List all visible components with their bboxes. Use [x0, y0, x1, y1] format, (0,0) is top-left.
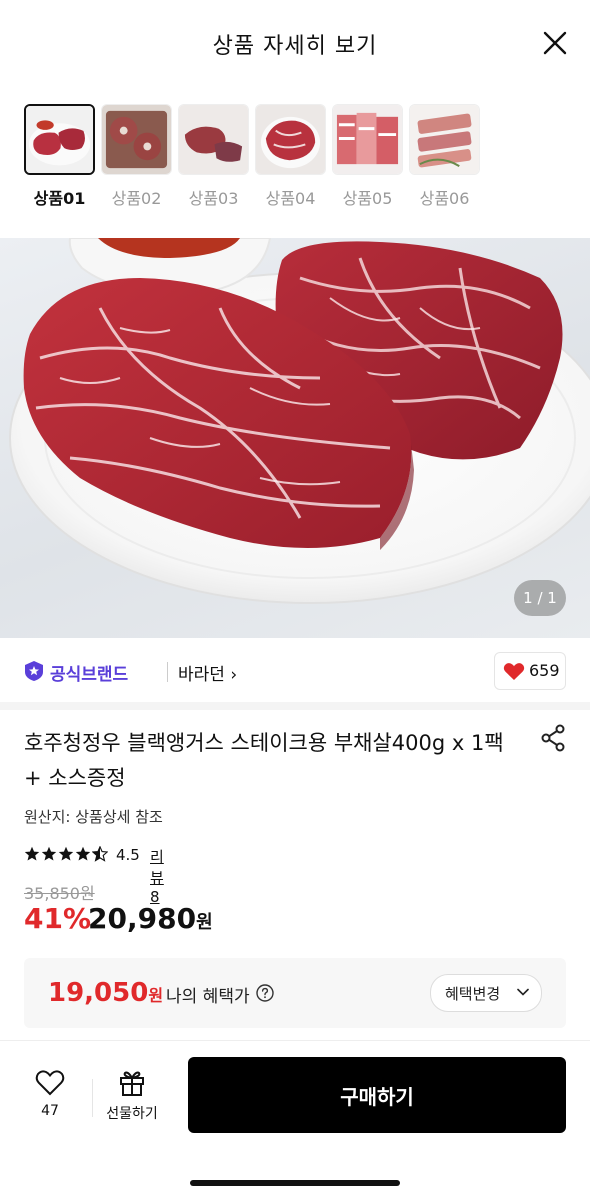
thumbnail-strip: 상품01 상품02 상품03 상품04 상품05 상품06: [24, 104, 480, 209]
thumbnail-label: 상품06: [419, 189, 470, 208]
thumbnail-image: [409, 104, 480, 175]
star-icon: [75, 846, 91, 861]
change-benefit-label: 혜택변경: [445, 985, 501, 1003]
price-unit: 원: [148, 986, 164, 1005]
help-icon[interactable]: [256, 984, 274, 1002]
thumbnail-label: 상품04: [265, 189, 316, 208]
thumbnail-04[interactable]: 상품04: [255, 104, 326, 209]
section-divider: [0, 702, 590, 710]
thumbnail-02[interactable]: 상품02: [101, 104, 172, 209]
gift-icon: [120, 1071, 144, 1096]
original-price: 35,850원: [24, 884, 95, 903]
gift-label: 선물하기: [106, 1106, 158, 1122]
review-link[interactable]: 리뷰 8: [150, 846, 164, 906]
divider: [167, 662, 168, 682]
thumbnail-06[interactable]: 상품06: [409, 104, 480, 209]
thumbnail-image: [24, 104, 95, 175]
header: 상품 자세히 보기: [0, 0, 590, 90]
divider: [92, 1079, 93, 1117]
heart-icon: [503, 663, 525, 680]
brand-row: 공식브랜드 바라던 › 659: [24, 652, 566, 692]
rating-stars: [24, 846, 108, 862]
sale-price: 20,980원: [88, 902, 213, 935]
thumbnail-image: [255, 104, 326, 175]
thumbnail-05[interactable]: 상품05: [332, 104, 403, 209]
benefit-price: 19,050원: [48, 978, 163, 1008]
image-counter: 1 / 1: [514, 580, 566, 616]
origin-info: 원산지: 상품상세 참조: [24, 808, 163, 826]
bottom-bar: 47 선물하기 구매하기: [0, 1040, 590, 1201]
benefit-label: 나의 혜택가: [166, 987, 250, 1007]
half-star-icon: [92, 846, 108, 862]
product-image[interactable]: 1 / 1: [0, 238, 590, 638]
home-indicator: [190, 1180, 400, 1186]
chevron-down-icon: [517, 988, 529, 996]
thumbnail-image: [178, 104, 249, 175]
buy-button[interactable]: 구매하기: [188, 1057, 566, 1133]
product-title: 호주청정우 블랙앵거스 스테이크용 부채살400g x 1팩 + 소스증정: [24, 731, 504, 790]
wish-count: 47: [41, 1103, 59, 1119]
sale-price-value: 20,980: [88, 902, 197, 935]
like-count: 659: [529, 661, 560, 680]
benefit-box: 19,050원 나의 혜택가 혜택변경: [24, 958, 566, 1028]
thumbnail-label: 상품05: [342, 189, 393, 208]
thumbnail-03[interactable]: 상품03: [178, 104, 249, 209]
wishlist-button[interactable]: 47: [30, 1069, 70, 1119]
gift-button[interactable]: 선물하기: [100, 1069, 164, 1123]
benefit-price-value: 19,050: [48, 978, 149, 1008]
thumbnail-image: [332, 104, 403, 175]
official-brand-label: 공식브랜드: [50, 665, 129, 685]
price-unit: 원: [196, 912, 213, 933]
star-icon: [24, 846, 40, 861]
share-icon[interactable]: [540, 724, 566, 752]
like-button[interactable]: 659: [494, 652, 566, 690]
thumbnail-label: 상품03: [188, 189, 239, 208]
official-brand-badge-icon: [25, 661, 43, 681]
star-icon: [41, 846, 57, 861]
rating-score: 4.5: [116, 846, 140, 864]
shop-link[interactable]: 바라던 ›: [178, 660, 237, 685]
close-icon[interactable]: [542, 30, 568, 56]
page-title: 상품 자세히 보기: [212, 34, 378, 59]
thumbnail-image: [101, 104, 172, 175]
thumbnail-label: 상품01: [33, 189, 86, 208]
heart-outline-icon: [35, 1070, 65, 1096]
star-icon: [58, 846, 74, 861]
change-benefit-button[interactable]: 혜택변경: [430, 974, 542, 1012]
thumbnail-01[interactable]: 상품01: [24, 104, 95, 209]
discount-rate: 41%: [24, 902, 92, 935]
thumbnail-label: 상품02: [111, 189, 162, 208]
